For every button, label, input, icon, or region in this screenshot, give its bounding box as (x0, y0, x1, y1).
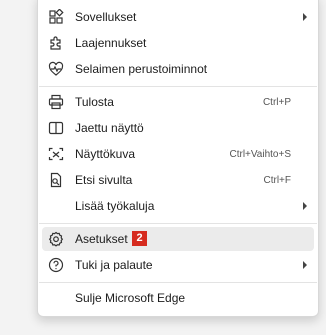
menu-item-apps[interactable]: Sovellukset (42, 5, 314, 29)
shortcut-text: Ctrl+Vaihto+S (229, 148, 291, 160)
chevron-right-icon (302, 13, 308, 21)
menu-separator (39, 223, 317, 224)
menu-item-label: Tuki ja palaute (75, 258, 153, 272)
help-icon (48, 257, 64, 273)
menu-item-extensions[interactable]: Laajennukset (42, 31, 314, 55)
menu-item-label: Laajennukset (75, 36, 147, 50)
menu-item-split-screen[interactable]: Jaettu näyttö (42, 116, 314, 140)
menu-item-find-on-page[interactable]: Etsi sivulta Ctrl+F (42, 168, 314, 192)
menu-item-label: Tulosta (75, 95, 114, 109)
menu-item-label: Etsi sivulta (75, 173, 133, 187)
menu-item-label: Sovellukset (75, 10, 137, 24)
menu-item-label: Asetukset (75, 232, 128, 246)
menu-separator (39, 282, 317, 283)
split-screen-icon (48, 120, 64, 136)
shortcut-text: Ctrl+P (262, 96, 291, 108)
chevron-right-icon (302, 261, 308, 269)
menu-item-more-tools[interactable]: Lisää työkaluja (42, 194, 314, 218)
settings-icon (48, 231, 64, 247)
menu-item-label: Näyttökuva (75, 147, 136, 161)
menu-item-label: Lisää työkaluja (75, 199, 155, 213)
menu-item-close-edge[interactable]: Sulje Microsoft Edge (42, 286, 314, 310)
menu-item-label: Selaimen perustoiminnot (75, 62, 208, 76)
shortcut-text: Ctrl+F (263, 174, 292, 186)
menu-item-help-and-feedback[interactable]: Tuki ja palaute (42, 253, 314, 277)
menu-separator (39, 86, 317, 87)
menu-item-screenshot[interactable]: Näyttökuva Ctrl+Vaihto+S (42, 142, 314, 166)
apps-icon (48, 9, 64, 25)
print-icon (48, 94, 64, 110)
screenshot-icon (48, 146, 64, 162)
menu-item-settings[interactable]: Asetukset 2 (42, 227, 314, 251)
menu-item-label: Jaettu näyttö (75, 121, 144, 135)
step-number-badge: 2 (132, 231, 147, 246)
menu-item-label: Sulje Microsoft Edge (75, 291, 186, 305)
chevron-right-icon (302, 202, 308, 210)
extensions-icon (48, 35, 64, 51)
browser-essentials-icon (48, 61, 64, 77)
find-on-page-icon (48, 172, 64, 188)
menu-item-browser-essentials[interactable]: Selaimen perustoiminnot (42, 57, 314, 81)
more-tools-menu: Sovellukset Laajennukset Selaimen perust… (37, 0, 319, 317)
menu-item-print[interactable]: Tulosta Ctrl+P (42, 90, 314, 114)
